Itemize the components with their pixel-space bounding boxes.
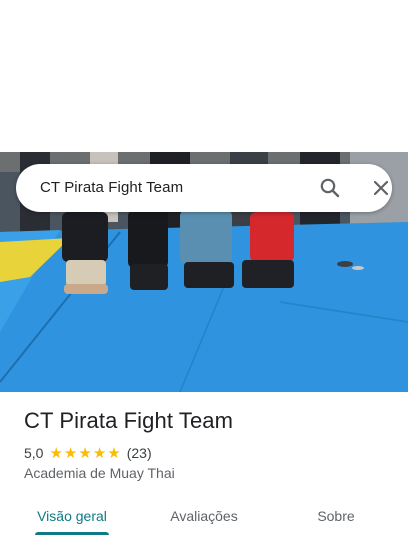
tab-about[interactable]: Sobre: [296, 496, 376, 536]
tab-bar: Visão geral Avaliações Sobre: [0, 496, 408, 544]
tab-about-label: Sobre: [317, 508, 355, 524]
tab-reviews[interactable]: Avaliações: [150, 496, 258, 536]
tab-reviews-label: Avaliações: [170, 508, 238, 524]
tab-overview[interactable]: Visão geral: [24, 496, 120, 536]
close-icon[interactable]: [369, 176, 393, 200]
tab-overview-label: Visão geral: [37, 508, 107, 524]
search-icon[interactable]: [318, 176, 342, 200]
review-count[interactable]: (23): [127, 445, 152, 461]
place-title: CT Pirata Fight Team: [24, 408, 234, 433]
top-blank-area: [0, 0, 408, 152]
star-icon: ★: [49, 444, 63, 462]
star-icon: ★: [63, 444, 78, 462]
place-category: Academia de Muay Thai: [24, 465, 175, 481]
rating-row[interactable]: 5,0 ★ ★ ★ ★ ★ (23): [24, 444, 152, 462]
star-icon: ★: [92, 444, 107, 462]
search-input[interactable]: CT Pirata Fight Team: [40, 179, 183, 196]
star-icon: ★: [107, 444, 121, 462]
star-icon: ★: [78, 444, 92, 462]
search-bar[interactable]: CT Pirata Fight Team: [16, 164, 392, 212]
star-rating: ★ ★ ★ ★ ★: [49, 446, 121, 461]
rating-value: 5,0: [24, 445, 44, 461]
active-tab-indicator: [35, 532, 109, 535]
